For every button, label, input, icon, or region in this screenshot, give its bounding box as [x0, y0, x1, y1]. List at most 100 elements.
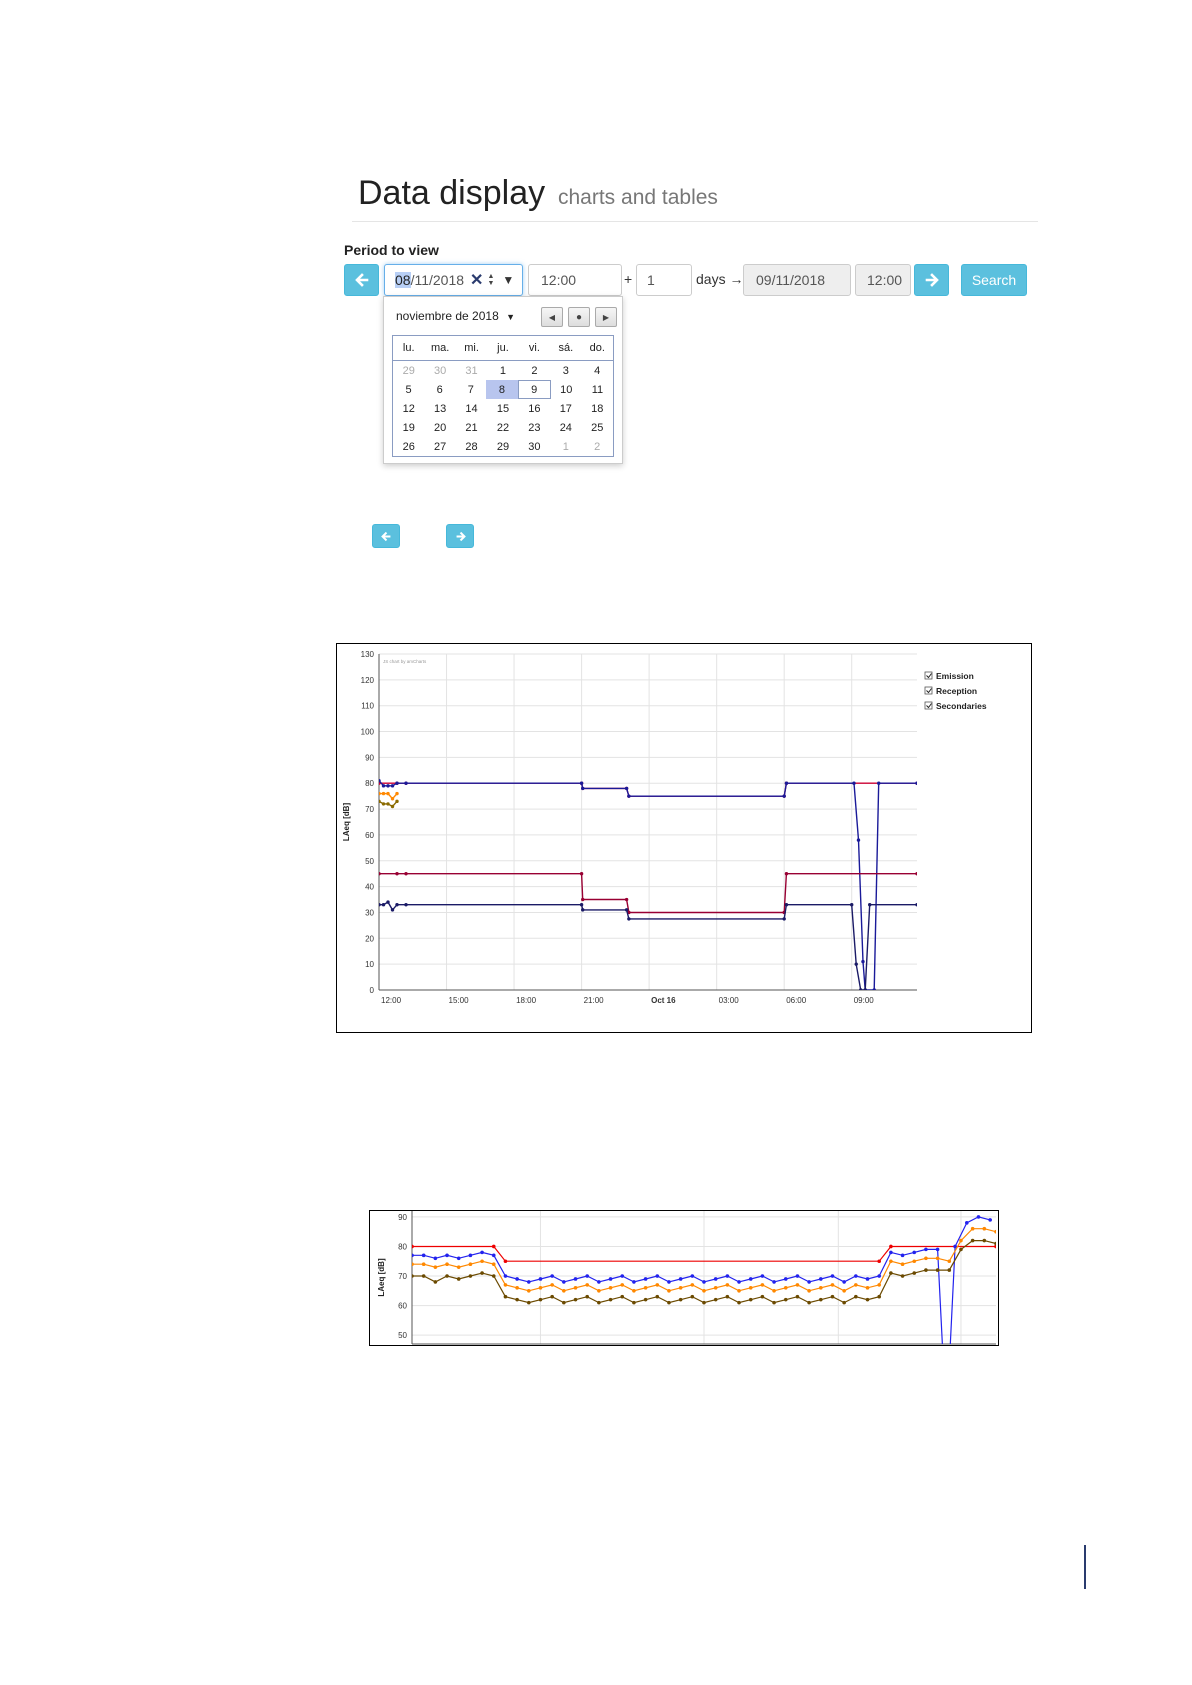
plot-area: [379, 778, 917, 990]
data-point: [515, 1286, 519, 1290]
data-point: [830, 1283, 835, 1287]
data-point: [865, 1286, 870, 1290]
datepicker-week: 5 6 7 8 9 10 11: [393, 380, 613, 399]
data-point: [412, 1262, 414, 1266]
data-point: [842, 1300, 846, 1305]
x-tick-label: 03:00: [719, 996, 740, 1005]
series-line: [412, 1216, 991, 1344]
data-point: [381, 791, 386, 796]
data-point: [865, 1297, 870, 1302]
calendar-day[interactable]: 4: [582, 361, 613, 380]
calendar-day[interactable]: 25: [582, 418, 613, 437]
calendar-day[interactable]: 10: [551, 380, 582, 399]
previous-period-button[interactable]: [344, 264, 379, 296]
data-point: [819, 1277, 823, 1281]
calendar-day[interactable]: 6: [424, 380, 455, 399]
data-point: [915, 903, 917, 907]
calendar-day[interactable]: 29: [393, 361, 424, 380]
data-point: [748, 1297, 753, 1302]
datepicker-today-button[interactable]: ●: [568, 307, 590, 327]
laeq-chart[interactable]: 0 10 20 30 40 50 60 70 80 90 100 110 120 130 12:00 15:0…: [337, 644, 1031, 1032]
days-input[interactable]: 1: [636, 264, 692, 296]
data-point: [667, 1300, 671, 1305]
calendar-day[interactable]: 1: [550, 437, 581, 456]
clear-icon[interactable]: ✕: [470, 270, 483, 290]
calendar-day[interactable]: 20: [424, 418, 455, 437]
calendar-day[interactable]: 30: [424, 361, 455, 380]
calendar-day[interactable]: 30: [519, 437, 550, 456]
data-point: [597, 1280, 601, 1284]
data-point: [725, 1294, 730, 1299]
data-point: [713, 1297, 718, 1302]
data-point: [713, 1286, 718, 1290]
calendar-day[interactable]: 2: [582, 437, 613, 456]
search-button[interactable]: Search: [961, 264, 1027, 296]
datepicker-month-select[interactable]: noviembre de 2018 ▼: [396, 309, 515, 323]
calendar-day[interactable]: 21: [456, 418, 487, 437]
start-date-input[interactable]: 08/11/2018 ✕ ▲ ▼ ▼: [384, 264, 523, 296]
calendar-day[interactable]: 18: [582, 399, 613, 418]
y-tick-label: 0: [370, 986, 375, 995]
data-point: [795, 1294, 800, 1299]
start-time-input[interactable]: 12:00: [528, 264, 622, 296]
calendar-day[interactable]: 11: [582, 380, 613, 399]
data-point: [608, 1277, 613, 1281]
calendar-day[interactable]: 29: [487, 437, 518, 456]
datepicker-next-month-button[interactable]: ▶: [595, 307, 617, 327]
data-point: [678, 1297, 683, 1302]
calendar-day[interactable]: 19: [393, 418, 424, 437]
data-point: [395, 791, 399, 796]
data-point: [842, 1289, 846, 1293]
data-point: [491, 1244, 496, 1249]
next-period-button[interactable]: [914, 264, 949, 296]
calendar-day-highlighted[interactable]: 9: [517, 380, 551, 399]
data-point: [819, 1286, 823, 1290]
calendar-day[interactable]: 26: [393, 437, 424, 456]
spinner-icon[interactable]: ▲ ▼: [487, 273, 494, 287]
calendar-day[interactable]: 14: [456, 399, 487, 418]
data-point: [503, 1294, 508, 1299]
data-point: [935, 1247, 940, 1252]
laeq-zoom-chart[interactable]: 50 60 70 80 90 LAeq [dB]: [370, 1211, 998, 1345]
calendar-day[interactable]: 22: [487, 418, 518, 437]
data-point: [386, 802, 390, 806]
datepicker-week: 26 27 28 29 30 1 2: [393, 437, 613, 456]
calendar-day[interactable]: 28: [456, 437, 487, 456]
calendar-day[interactable]: 3: [550, 361, 581, 380]
dropdown-icon[interactable]: ▼: [502, 273, 514, 287]
calendar-day[interactable]: 1: [487, 361, 518, 380]
chart-next-button[interactable]: [446, 524, 474, 548]
calendar-day[interactable]: 5: [393, 380, 424, 399]
data-point: [900, 1262, 905, 1266]
chart-prev-button[interactable]: [372, 524, 400, 548]
y-tick-label: 50: [365, 857, 374, 866]
y-tick-label: 30: [365, 908, 374, 917]
data-point: [421, 1274, 426, 1278]
data-point: [924, 1247, 928, 1252]
data-point: [988, 1218, 992, 1222]
calendar-day[interactable]: 31: [456, 361, 487, 380]
data-point: [900, 1274, 905, 1278]
data-point: [924, 1268, 928, 1272]
calendar-day[interactable]: 15: [487, 399, 518, 418]
calendar-day[interactable]: 13: [424, 399, 455, 418]
calendar-day[interactable]: 23: [519, 418, 550, 437]
data-point: [900, 1253, 905, 1258]
calendar-day[interactable]: 17: [550, 399, 581, 418]
data-point: [624, 908, 629, 912]
data-point: [445, 1253, 449, 1258]
calendar-day[interactable]: 27: [424, 437, 455, 456]
calendar-day[interactable]: 2: [519, 361, 550, 380]
calendar-day[interactable]: 24: [550, 418, 581, 437]
y-tick-label: 40: [365, 883, 374, 892]
calendar-day[interactable]: 7: [455, 380, 486, 399]
chart-credit: JS chart by amCharts: [383, 659, 427, 664]
data-point: [632, 1300, 636, 1305]
calendar-day[interactable]: 16: [519, 399, 550, 418]
data-point: [877, 1259, 881, 1264]
data-point: [608, 1297, 613, 1302]
data-point: [772, 1289, 776, 1293]
calendar-day-selected[interactable]: 8: [486, 380, 518, 399]
datepicker-prev-month-button[interactable]: ◀: [541, 307, 563, 327]
calendar-day[interactable]: 12: [393, 399, 424, 418]
